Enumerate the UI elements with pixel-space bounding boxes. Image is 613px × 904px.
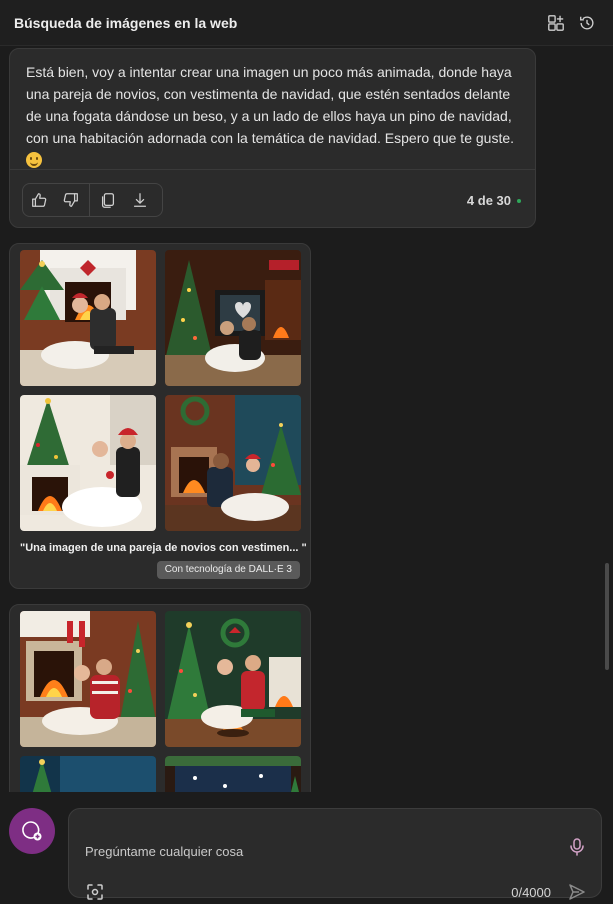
response-counter: 4 de 30 xyxy=(467,193,521,208)
generated-image-7[interactable] xyxy=(20,756,156,792)
thumbs-down-icon[interactable] xyxy=(55,184,87,216)
copy-icon[interactable] xyxy=(92,184,124,216)
image-caption: "Una imagen de una pareja de novios con … xyxy=(20,542,307,554)
image-scan-icon[interactable] xyxy=(85,882,105,902)
generated-image-6[interactable] xyxy=(165,611,301,747)
send-icon[interactable] xyxy=(567,882,587,902)
divider xyxy=(10,169,535,170)
generated-image-2[interactable] xyxy=(165,250,301,386)
app-header: Búsqueda de imágenes en la web xyxy=(0,0,613,46)
composer-area: Pregúntame cualquier cosa 0/4000 xyxy=(0,792,613,904)
smiling-face-emoji-icon xyxy=(26,152,42,168)
character-counter: 0/4000 xyxy=(511,885,551,900)
scrollbar-thumb[interactable] xyxy=(605,563,609,670)
assistant-message: Está bien, voy a intentar crear una imag… xyxy=(9,48,536,228)
chat-input[interactable]: Pregúntame cualquier cosa 0/4000 xyxy=(68,808,602,900)
image-set-card xyxy=(9,604,311,792)
status-dot xyxy=(517,198,521,203)
separator xyxy=(89,184,90,216)
history-icon[interactable] xyxy=(576,12,598,34)
chat-input-placeholder[interactable]: Pregúntame cualquier cosa xyxy=(85,844,243,859)
download-icon[interactable] xyxy=(124,184,156,216)
dalle-badge: Con tecnología de DALL·E 3 xyxy=(156,561,300,579)
microphone-icon[interactable] xyxy=(567,837,587,857)
generated-image-5[interactable] xyxy=(20,611,156,747)
new-tab-icon[interactable] xyxy=(545,12,567,34)
message-actions xyxy=(22,183,163,217)
image-set-card: "Una imagen de una pareja de novios con … xyxy=(9,243,311,589)
message-text: Está bien, voy a intentar crear una imag… xyxy=(26,61,526,171)
thumbs-up-icon[interactable] xyxy=(23,184,55,216)
page-title: Búsqueda de imágenes en la web xyxy=(14,15,238,31)
generated-image-3[interactable] xyxy=(20,395,156,531)
generated-image-8[interactable] xyxy=(165,756,301,792)
generated-image-4[interactable] xyxy=(165,395,301,531)
generated-image-1[interactable] xyxy=(20,250,156,386)
new-topic-button[interactable] xyxy=(9,808,55,854)
chat-area: Está bien, voy a intentar crear una imag… xyxy=(0,46,613,792)
